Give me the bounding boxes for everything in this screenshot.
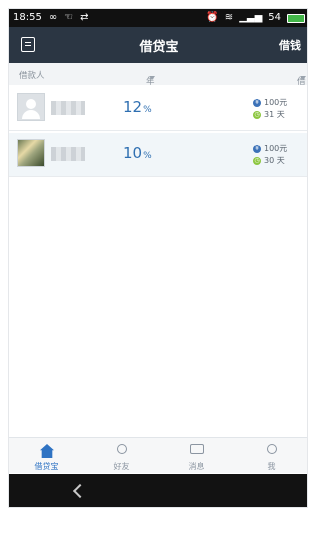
message-icon	[190, 444, 204, 454]
yen-icon: ¥	[253, 98, 261, 107]
loan-row[interactable]: 12% ¥100元 ◷ 31 天	[9, 87, 307, 131]
usb-icon: ⇄	[80, 12, 89, 23]
status-time: 18:55	[13, 12, 42, 23]
column-borrower: 借款人	[19, 71, 45, 81]
tab-label: 消息	[188, 462, 205, 471]
clock-icon: ◷	[253, 110, 261, 119]
back-arrow-icon[interactable]	[72, 483, 88, 499]
system-navigation-bar	[9, 474, 307, 507]
infinity-icon: ∞	[48, 12, 58, 23]
tab-friends[interactable]: 好友	[84, 438, 159, 474]
tab-me[interactable]: 我	[234, 438, 307, 474]
column-header: 借款人 年利率 借款/期限	[9, 63, 307, 123]
home-icon	[40, 444, 54, 458]
wifi-icon: ≋	[224, 12, 234, 23]
yen-icon: ¥	[253, 144, 261, 153]
interest-rate: 10%	[123, 144, 152, 162]
loan-amount: ¥100元	[253, 97, 287, 108]
clock-icon: ◷	[253, 156, 261, 165]
tab-messages[interactable]: 消息	[159, 438, 234, 474]
status-bar: 18:55 ∞ ☜ ⇄ ⏰ ≋ ▁▃▅ 54	[9, 9, 307, 27]
interest-rate: 12%	[123, 98, 152, 116]
tab-home[interactable]: 借贷宝	[9, 438, 84, 474]
tab-label: 好友	[113, 462, 130, 471]
tab-label: 我	[267, 462, 276, 471]
sort-triangle-icon	[149, 76, 155, 80]
phone-frame: 18:55 ∞ ☜ ⇄ ⏰ ≋ ▁▃▅ 54 借贷宝 借钱 借款人 年利率 借款…	[0, 0, 315, 542]
cell-signal-icon: ▁▃▅	[239, 12, 263, 23]
alarm-icon: ⏰	[206, 12, 219, 23]
blurred-name	[51, 147, 85, 161]
borrow-button[interactable]: 借钱	[279, 37, 301, 53]
signal-number: 54	[268, 12, 281, 23]
avatar	[17, 93, 45, 121]
battery-icon	[287, 13, 305, 23]
app-screen: 18:55 ∞ ☜ ⇄ ⏰ ≋ ▁▃▅ 54 借贷宝 借钱 借款人 年利率 借款…	[8, 8, 308, 508]
blurred-name	[51, 101, 85, 115]
page-title: 借贷宝	[139, 39, 179, 55]
loan-term: ◷ 31 天	[253, 110, 285, 119]
app-header: 借贷宝 借钱	[9, 27, 307, 63]
tab-label: 借贷宝	[34, 462, 59, 471]
friends-icon	[117, 444, 127, 454]
loan-term: ◷ 30 天	[253, 156, 285, 165]
sort-triangle-icon	[300, 76, 306, 80]
loan-amount: ¥100元	[253, 143, 287, 154]
bottom-tab-bar: 借贷宝 好友 消息 我	[9, 437, 307, 474]
menu-icon[interactable]	[21, 37, 35, 52]
avatar	[17, 139, 45, 167]
user-icon	[267, 444, 277, 454]
hand-icon: ☜	[64, 12, 74, 23]
loan-row[interactable]: 10% ¥100元 ◷ 30 天	[9, 133, 307, 177]
